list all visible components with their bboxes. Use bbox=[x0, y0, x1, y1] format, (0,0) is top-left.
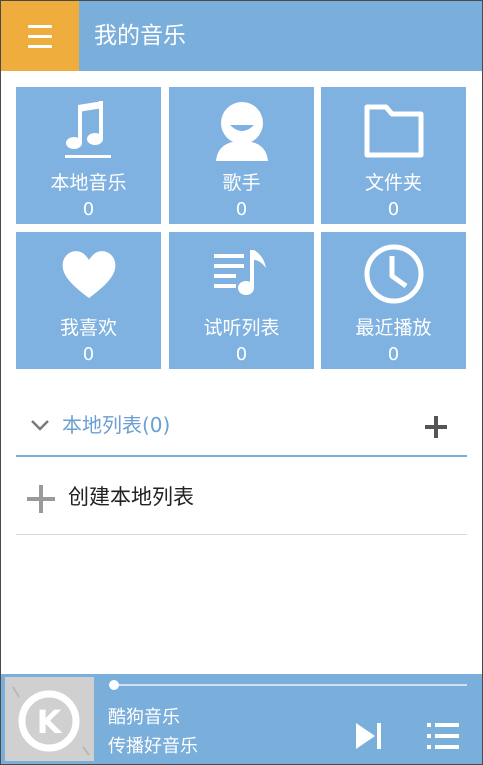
album-cover[interactable]: K bbox=[5, 677, 94, 761]
tile-singer[interactable]: 歌手 0 bbox=[169, 87, 314, 224]
local-list-title[interactable]: 本地列表(0) bbox=[62, 412, 170, 438]
chevron-down-icon[interactable] bbox=[30, 417, 50, 436]
tile-count: 0 bbox=[82, 344, 95, 365]
tile-count: 0 bbox=[82, 199, 95, 220]
tile-count: 0 bbox=[235, 199, 248, 220]
skip-next-icon bbox=[356, 723, 381, 749]
plus-icon bbox=[25, 483, 57, 515]
tile-count: 0 bbox=[387, 199, 400, 220]
tile-local-music[interactable]: 本地音乐 0 bbox=[16, 87, 161, 224]
tile-label: 本地音乐 bbox=[50, 172, 127, 194]
add-list-button[interactable] bbox=[422, 413, 450, 441]
heart-icon bbox=[16, 242, 161, 306]
tile-folder[interactable]: 文件夹 0 bbox=[321, 87, 466, 224]
list-icon bbox=[427, 723, 459, 749]
tile-label: 歌手 bbox=[222, 172, 261, 194]
local-list-header: 本地列表(0) bbox=[16, 401, 467, 457]
tile-label: 试听列表 bbox=[203, 317, 280, 339]
tile-label: 我喜欢 bbox=[59, 317, 117, 339]
tile-trial-list[interactable]: 试听列表 0 bbox=[169, 232, 314, 369]
tile-label: 最近播放 bbox=[355, 317, 432, 339]
progress-handle[interactable] bbox=[109, 680, 119, 690]
app-screen: 我的音乐 本地音乐 0 歌手 0 文件夹 0 我喜欢 0 试听列表 0 最近播放… bbox=[0, 0, 483, 765]
artist-name: 传播好音乐 bbox=[108, 736, 198, 757]
playlist-icon bbox=[169, 242, 314, 306]
tile-favorites[interactable]: 我喜欢 0 bbox=[16, 232, 161, 369]
music-note-icon bbox=[16, 97, 161, 161]
tile-count: 0 bbox=[387, 344, 400, 365]
folder-icon bbox=[321, 97, 466, 161]
page-title: 我的音乐 bbox=[94, 23, 186, 49]
playlist-queue-button[interactable] bbox=[425, 720, 461, 752]
next-track-button[interactable] bbox=[353, 720, 385, 752]
singer-icon bbox=[169, 97, 314, 161]
menu-button[interactable] bbox=[1, 1, 79, 71]
tile-label: 文件夹 bbox=[364, 172, 422, 194]
create-local-list-button[interactable]: 创建本地列表 bbox=[16, 459, 467, 535]
clock-icon bbox=[321, 242, 466, 306]
tile-count: 0 bbox=[235, 344, 248, 365]
svg-text:K: K bbox=[37, 703, 63, 741]
top-bar: 我的音乐 bbox=[1, 1, 482, 71]
create-list-label: 创建本地列表 bbox=[68, 485, 194, 509]
song-title: 酷狗音乐 bbox=[108, 707, 180, 728]
kugou-logo-icon: K bbox=[5, 677, 94, 761]
mini-player: K 酷狗音乐 传播好音乐 bbox=[1, 674, 482, 764]
plus-icon bbox=[425, 416, 447, 438]
tile-recent[interactable]: 最近播放 0 bbox=[321, 232, 466, 369]
progress-bar[interactable] bbox=[113, 684, 467, 686]
